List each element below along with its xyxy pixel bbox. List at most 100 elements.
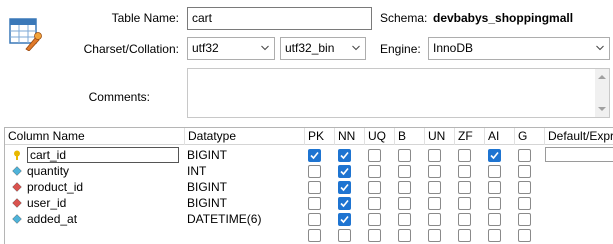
datatype-cell[interactable]: BIGINT [187, 195, 303, 211]
zf-checkbox[interactable] [458, 181, 471, 194]
g-checkbox[interactable] [518, 197, 531, 210]
scroll-down-icon[interactable] [598, 105, 606, 113]
column-name-cell[interactable]: user_id [5, 195, 185, 211]
column-name-cell[interactable]: cart_id [5, 147, 185, 163]
table-row[interactable]: cart_id BIGINT [5, 147, 613, 163]
ai-header[interactable]: AI [485, 128, 515, 145]
b-checkbox[interactable] [398, 197, 411, 210]
uq-checkbox[interactable] [368, 213, 381, 226]
g-checkbox[interactable] [518, 165, 531, 178]
pk-checkbox[interactable] [308, 165, 321, 178]
ai-checkbox[interactable] [488, 165, 501, 178]
comments-scrollbar[interactable] [595, 69, 609, 117]
column-name: user_id [27, 196, 67, 210]
pk-checkbox[interactable] [308, 197, 321, 210]
table-row[interactable]: added_at DATETIME(6) [5, 211, 613, 227]
nn-header[interactable]: NN [335, 128, 365, 145]
uq-checkbox[interactable] [368, 229, 381, 242]
nn-checkbox[interactable] [338, 197, 351, 210]
g-checkbox[interactable] [518, 213, 531, 226]
ai-checkbox[interactable] [488, 149, 501, 162]
un-checkbox[interactable] [428, 181, 441, 194]
ai-checkbox[interactable] [488, 229, 501, 242]
nn-checkbox[interactable] [338, 181, 351, 194]
g-header[interactable]: G [515, 128, 545, 145]
uq-checkbox[interactable] [368, 149, 381, 162]
columns-grid: Column Name Datatype PK NN UQ B UN ZF AI G Default… [4, 127, 613, 244]
schema-value: devbabys_shoppingmall [433, 11, 574, 25]
g-checkbox[interactable] [518, 181, 531, 194]
nn-checkbox[interactable] [338, 165, 351, 178]
zf-checkbox[interactable] [458, 197, 471, 210]
pk-header[interactable]: PK [305, 128, 335, 145]
datatype-header[interactable]: Datatype [185, 128, 305, 145]
uq-header[interactable]: UQ [365, 128, 395, 145]
pk-checkbox[interactable] [308, 229, 321, 242]
uq-checkbox[interactable] [368, 181, 381, 194]
ai-checkbox[interactable] [488, 197, 501, 210]
charset-select[interactable]: utf32 [187, 37, 275, 60]
g-checkbox[interactable] [518, 229, 531, 242]
comments-textarea[interactable] [187, 68, 610, 118]
datatype-cell[interactable] [187, 227, 303, 243]
table-settings-icon [7, 15, 43, 52]
datatype-cell[interactable]: BIGINT [187, 147, 303, 163]
schema-label: Schema: [380, 11, 428, 25]
un-checkbox[interactable] [428, 213, 441, 226]
b-checkbox[interactable] [398, 213, 411, 226]
engine-value: InnoDB [433, 41, 474, 55]
un-header[interactable]: UN [425, 128, 455, 145]
column-name: product_id [27, 180, 84, 194]
default-header[interactable]: Default/Expre [545, 128, 613, 145]
default-expression-input[interactable] [545, 147, 613, 162]
column-name-input[interactable]: cart_id [27, 147, 179, 163]
pk-checkbox[interactable] [308, 149, 321, 162]
pk-checkbox[interactable] [308, 213, 321, 226]
ai-checkbox[interactable] [488, 213, 501, 226]
un-checkbox[interactable] [428, 229, 441, 242]
ai-checkbox[interactable] [488, 181, 501, 194]
datatype-cell[interactable]: INT [187, 163, 303, 179]
table-row[interactable] [5, 227, 613, 243]
b-header[interactable]: B [395, 128, 425, 145]
table-row[interactable]: user_id BIGINT [5, 195, 613, 211]
b-checkbox[interactable] [398, 181, 411, 194]
zf-checkbox[interactable] [458, 149, 471, 162]
table-row[interactable]: quantity INT [5, 163, 613, 179]
table-name-label: Table Name: [111, 11, 179, 25]
nn-checkbox[interactable] [338, 149, 351, 162]
b-checkbox[interactable] [398, 229, 411, 242]
b-checkbox[interactable] [398, 165, 411, 178]
nn-checkbox[interactable] [338, 229, 351, 242]
zf-checkbox[interactable] [458, 229, 471, 242]
column-name-cell[interactable]: quantity [5, 163, 185, 179]
un-checkbox[interactable] [428, 149, 441, 162]
column-name-cell[interactable] [5, 227, 185, 243]
column-name-cell[interactable]: product_id [5, 179, 185, 195]
zf-header[interactable]: ZF [455, 128, 485, 145]
table-row[interactable]: product_id BIGINT [5, 179, 613, 195]
uq-checkbox[interactable] [368, 165, 381, 178]
zf-checkbox[interactable] [458, 213, 471, 226]
datatype-cell[interactable]: BIGINT [187, 179, 303, 195]
nn-checkbox[interactable] [338, 213, 351, 226]
table-name-input[interactable]: cart [187, 7, 372, 30]
un-checkbox[interactable] [428, 165, 441, 178]
collation-value: utf32_bin [285, 41, 335, 55]
pk-checkbox[interactable] [308, 181, 321, 194]
collation-select[interactable]: utf32_bin [280, 37, 366, 60]
charset-value: utf32 [192, 41, 219, 55]
zf-checkbox[interactable] [458, 165, 471, 178]
uq-checkbox[interactable] [368, 197, 381, 210]
b-checkbox[interactable] [398, 149, 411, 162]
scroll-up-icon[interactable] [598, 73, 606, 81]
checkmark-icon [310, 151, 319, 160]
column-name-header[interactable]: Column Name [5, 128, 185, 145]
g-checkbox[interactable] [518, 149, 531, 162]
engine-select[interactable]: InnoDB [428, 37, 610, 60]
chevron-down-icon [261, 45, 269, 51]
checkmark-icon [340, 183, 349, 192]
un-checkbox[interactable] [428, 197, 441, 210]
column-name-cell[interactable]: added_at [5, 211, 185, 227]
datatype-cell[interactable]: DATETIME(6) [187, 211, 303, 227]
